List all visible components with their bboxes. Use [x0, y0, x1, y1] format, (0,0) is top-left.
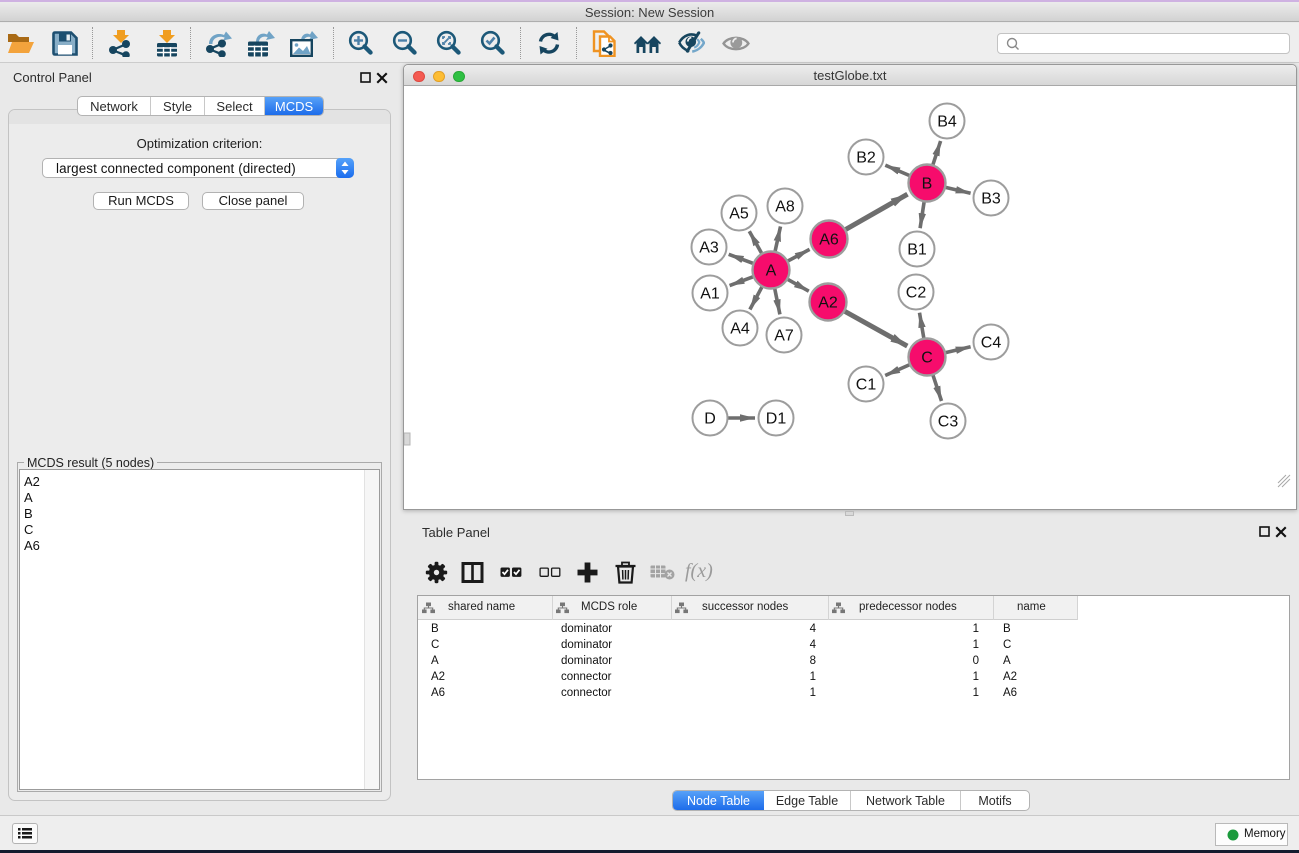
- svg-text:B2: B2: [856, 150, 876, 167]
- svg-text:B4: B4: [937, 114, 957, 131]
- svg-text:A2: A2: [818, 295, 838, 312]
- svg-text:A5: A5: [729, 206, 749, 223]
- svg-text:C4: C4: [981, 335, 1002, 352]
- svg-text:B: B: [922, 176, 933, 193]
- svg-text:A7: A7: [774, 328, 794, 345]
- svg-text:C3: C3: [938, 414, 959, 431]
- svg-text:A: A: [766, 263, 777, 280]
- svg-text:B3: B3: [981, 191, 1001, 208]
- svg-text:A8: A8: [775, 199, 795, 216]
- svg-text:A3: A3: [699, 240, 719, 257]
- svg-text:A6: A6: [819, 232, 839, 249]
- svg-text:D: D: [704, 411, 716, 428]
- svg-text:B1: B1: [907, 242, 927, 259]
- svg-text:C2: C2: [906, 285, 927, 302]
- svg-text:C: C: [921, 350, 933, 367]
- svg-text:A1: A1: [700, 286, 720, 303]
- svg-text:A4: A4: [730, 321, 750, 338]
- svg-text:D1: D1: [766, 411, 787, 428]
- svg-text:C1: C1: [856, 377, 877, 394]
